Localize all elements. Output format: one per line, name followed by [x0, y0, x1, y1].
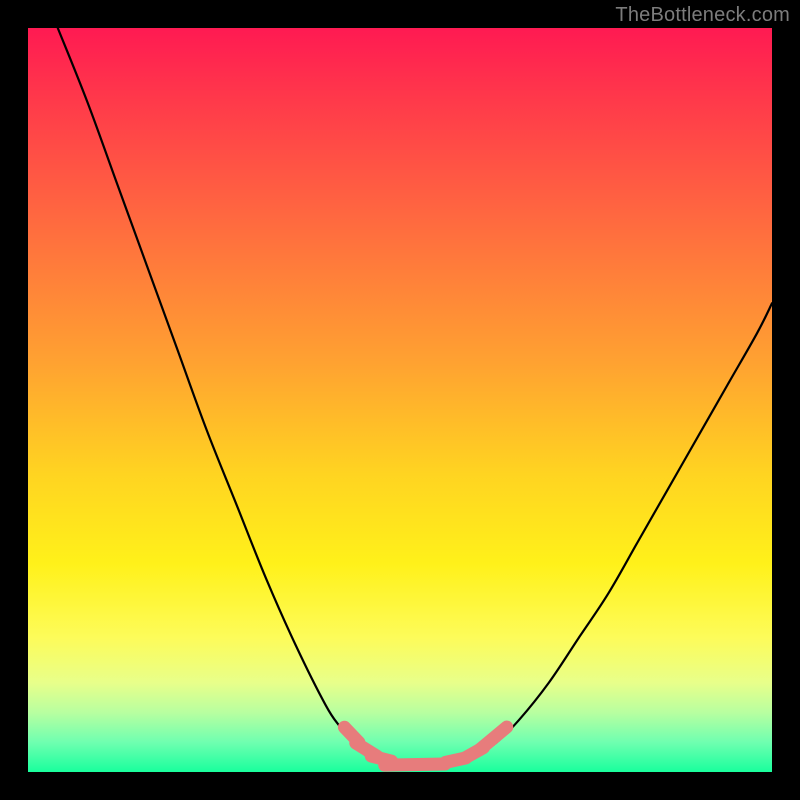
marker-group: [344, 727, 506, 765]
chart-frame: TheBottleneck.com: [0, 0, 800, 800]
bottleneck-curve: [28, 28, 772, 772]
marker-capsule: [385, 764, 445, 765]
marker-capsule: [479, 727, 507, 750]
plot-area: [28, 28, 772, 772]
curve-path: [58, 28, 772, 766]
watermark-text: TheBottleneck.com: [615, 4, 790, 27]
